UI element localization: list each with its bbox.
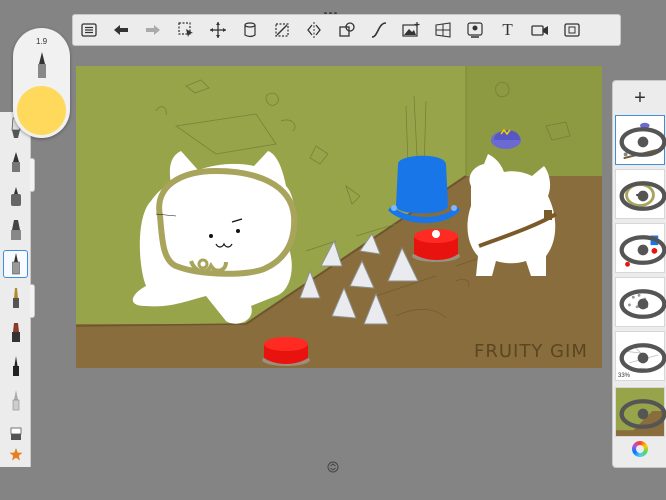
layer-outline[interactable] [615,115,666,166]
plus-icon: + [634,87,646,109]
ruler-button[interactable] [266,15,298,45]
brush-favorites[interactable] [3,440,28,468]
stamp-icon [467,22,483,38]
text-button[interactable]: T [491,15,523,45]
layer-list-icon [81,23,97,37]
current-brush-icon [38,52,46,78]
main-toolbar: T [72,14,621,46]
add-image-icon [402,22,420,37]
layer-list-button[interactable] [73,15,105,45]
transform-icon [209,22,226,38]
text-icon: T [502,20,513,39]
brush-pen[interactable] [3,250,28,278]
brush-brush-pen[interactable] [3,216,28,244]
brush-palette [0,112,35,468]
marker-icon [12,288,19,308]
add-image-button[interactable] [395,15,427,45]
selection-icon [178,22,193,37]
symmetry-button[interactable] [298,15,330,45]
artwork: FRUITY GIM [76,66,602,368]
brush-size-value: 1.9 [35,37,48,46]
hard-pencil-icon [11,152,20,172]
curve-button[interactable] [363,15,395,45]
shapes-icon [338,22,355,37]
perspective-button[interactable] [427,15,459,45]
star-icon [9,448,22,461]
brush-pen-icon [10,220,21,240]
current-color-swatch[interactable] [17,86,66,135]
curve-icon [371,22,386,38]
redo-icon [146,25,161,35]
selection-button[interactable] [170,15,202,45]
size-slider-handle[interactable] [30,158,35,192]
undo-button[interactable] [105,15,137,45]
brush-soft-pencil[interactable] [3,386,28,414]
fullscreen-button[interactable] [556,15,588,45]
drawing-canvas[interactable]: FRUITY GIM [76,66,602,368]
brush-chisel-marker[interactable] [3,318,28,346]
brush-hard-pencil[interactable] [3,148,28,176]
fill-bucket-icon [244,22,256,38]
layer-cat[interactable] [615,169,666,220]
layer-cones[interactable] [615,277,666,328]
opacity-slider-handle[interactable] [30,284,35,318]
visibility-eye-icon[interactable] [619,390,666,438]
layer-opacity-label: 33% [618,373,631,379]
layer-background[interactable] [615,387,666,438]
chisel-marker-icon [11,323,20,342]
visibility-eye-icon[interactable] [619,172,666,220]
ink-pen-icon [10,187,21,206]
brush-fineliner[interactable] [3,352,28,380]
video-icon [531,25,548,36]
toolbar-drag-handle[interactable] [323,2,343,15]
transform-button[interactable] [202,15,234,45]
ruler-icon [275,23,289,37]
redo-button[interactable] [137,15,169,45]
visibility-eye-icon[interactable] [619,280,666,328]
brush-marker[interactable] [3,284,28,312]
video-button[interactable] [524,15,556,45]
layer-sketch[interactable]: 33% [615,331,666,381]
brush-puck[interactable]: 1.9 [13,28,70,138]
layer-panel: + 33% [612,80,666,468]
bottom-panel-toggle-icon[interactable] [327,461,339,473]
color-wheel-icon[interactable] [632,441,648,457]
shapes-button[interactable] [331,15,363,45]
undo-icon [114,25,129,35]
brush-ink-pen[interactable] [3,182,28,210]
add-layer-button[interactable]: + [629,87,651,109]
pen-icon [11,253,20,275]
perspective-icon [435,22,451,38]
fineliner-icon [12,356,19,376]
artist-signature: FRUITY GIM [474,341,588,362]
visibility-eye-icon[interactable] [619,118,666,166]
soft-pencil-icon [12,390,19,411]
visibility-eye-icon[interactable] [619,226,666,274]
layer-buttons[interactable] [615,223,666,274]
fill-bucket-button[interactable] [234,15,266,45]
stamp-button[interactable] [459,15,491,45]
fullscreen-icon [564,23,580,37]
symmetry-icon [307,22,322,38]
